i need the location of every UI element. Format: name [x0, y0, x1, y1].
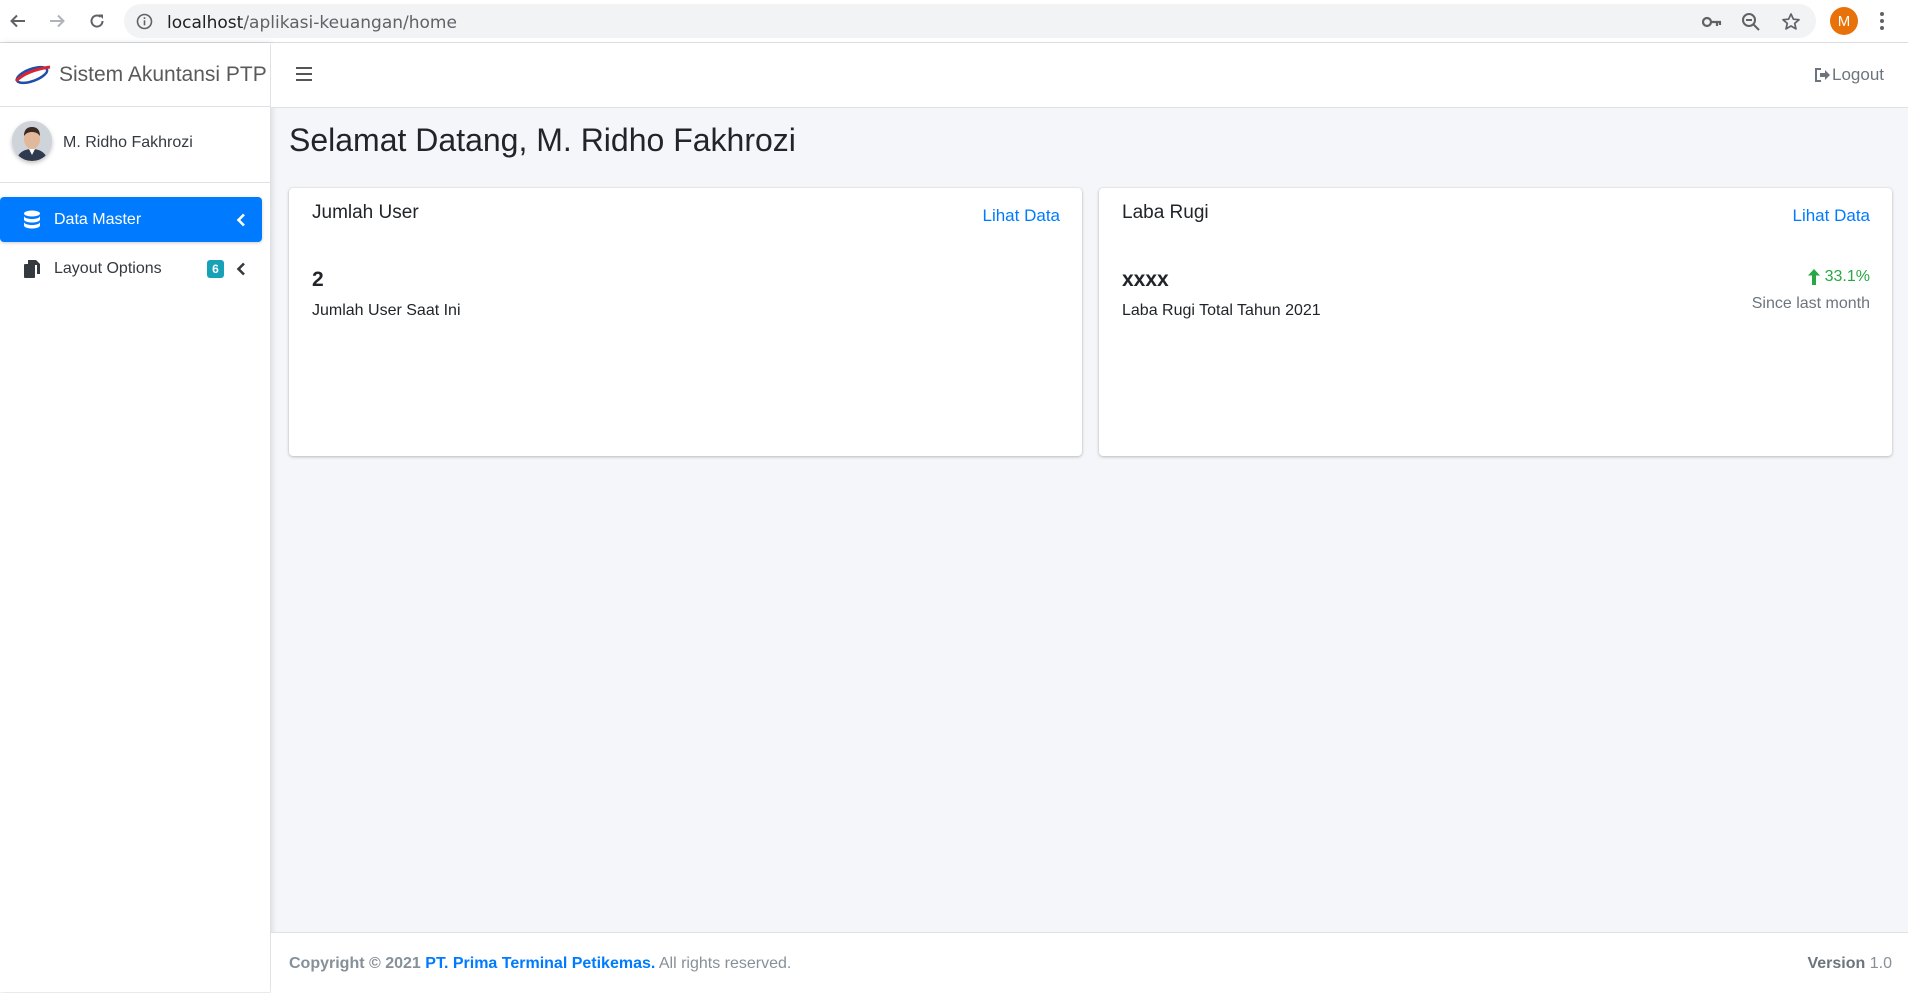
company-link[interactable]: PT. Prima Terminal Petikemas. — [425, 955, 655, 972]
profit-loss-card: Laba Rugi Lihat Data xxxx Laba Rugi Tota… — [1099, 188, 1892, 456]
rights-text: All rights reserved. — [658, 955, 792, 972]
change-indicator: 33.1% — [1806, 268, 1870, 286]
user-count-card: Jumlah User Lihat Data 2 Jumlah User Saa… — [289, 188, 1082, 456]
version-info: Version 1.0 — [1807, 955, 1892, 973]
reload-icon — [90, 14, 104, 28]
arrow-up-icon — [1807, 269, 1820, 285]
profile-initial: M — [1837, 12, 1851, 30]
sign-out-icon — [1815, 68, 1830, 82]
brand-link[interactable]: Sistem Akuntansi PTP — [0, 43, 270, 107]
count-badge: 6 — [207, 259, 224, 278]
view-data-link[interactable]: Lihat Data — [1793, 206, 1871, 226]
browser-menu-icon[interactable] — [1874, 9, 1890, 33]
star-icon[interactable] — [1781, 12, 1801, 32]
reload-button[interactable] — [83, 7, 111, 35]
version-value: 1.0 — [1869, 955, 1892, 972]
card-description: Laba Rugi Total Tahun 2021 — [1122, 302, 1321, 319]
chevron-left-icon — [236, 262, 246, 276]
user-panel[interactable]: M. Ridho Fakhrozi — [0, 107, 270, 183]
brand-text: Sistem Akuntansi PTP — [59, 63, 267, 86]
forward-button[interactable] — [43, 7, 71, 35]
arrow-left-icon — [10, 14, 25, 28]
sidebar-item-label: Layout Options — [54, 259, 162, 277]
url-host: localhost — [167, 13, 244, 33]
sidebar-item-label: Data Master — [54, 210, 142, 228]
copy-icon — [22, 259, 42, 279]
card-title: Jumlah User — [312, 202, 419, 223]
key-icon[interactable] — [1702, 12, 1722, 32]
main-footer: Copyright © 2021 PT. Prima Terminal Peti… — [271, 932, 1908, 993]
browser-toolbar: localhost/aplikasi-keuangan/home M — [0, 0, 1908, 43]
user-name[interactable]: M. Ridho Fakhrozi — [63, 134, 193, 152]
database-icon — [22, 210, 42, 230]
copyright-prefix: Copyright © 2021 — [289, 955, 421, 972]
site-info-icon[interactable] — [136, 13, 153, 35]
menu-toggle-icon[interactable] — [296, 66, 314, 82]
user-photo-icon — [12, 121, 52, 161]
url-text[interactable]: localhost/aplikasi-keuangan/home — [167, 13, 457, 33]
back-button[interactable] — [4, 7, 32, 35]
main-header: Logout — [271, 43, 1908, 108]
avatar — [12, 121, 52, 161]
logout-link[interactable]: Logout — [1814, 65, 1884, 85]
copyright: Copyright © 2021 PT. Prima Terminal Peti… — [289, 955, 791, 973]
version-label: Version — [1807, 955, 1866, 972]
logout-label: Logout — [1832, 65, 1884, 84]
card-value: 2 — [312, 268, 324, 291]
address-bar[interactable]: localhost/aplikasi-keuangan/home — [124, 4, 1816, 38]
arrow-right-icon — [50, 14, 65, 28]
url-path: /aplikasi-keuangan/home — [243, 13, 457, 33]
brand-logo-icon — [14, 65, 51, 85]
card-value: xxxx — [1122, 268, 1169, 291]
sidebar-item-layout-options[interactable]: Layout Options 6 — [0, 246, 262, 291]
main-sidebar: Sistem Akuntansi PTP M. Ridho Fakhrozi D… — [0, 43, 270, 992]
card-title: Laba Rugi — [1122, 202, 1209, 223]
card-description: Jumlah User Saat Ini — [312, 302, 461, 319]
change-note: Since last month — [1751, 295, 1870, 312]
sidebar-item-data-master[interactable]: Data Master — [0, 197, 262, 242]
change-value: 33.1% — [1824, 268, 1870, 285]
page-title: Selamat Datang, M. Ridho Fakhrozi — [289, 122, 796, 158]
view-data-link[interactable]: Lihat Data — [983, 206, 1061, 226]
sidebar-menu: Data Master Layout Options 6 — [0, 183, 270, 291]
zoom-out-icon[interactable] — [1741, 12, 1761, 32]
chevron-left-icon — [236, 213, 246, 227]
profile-avatar[interactable]: M — [1830, 7, 1858, 35]
